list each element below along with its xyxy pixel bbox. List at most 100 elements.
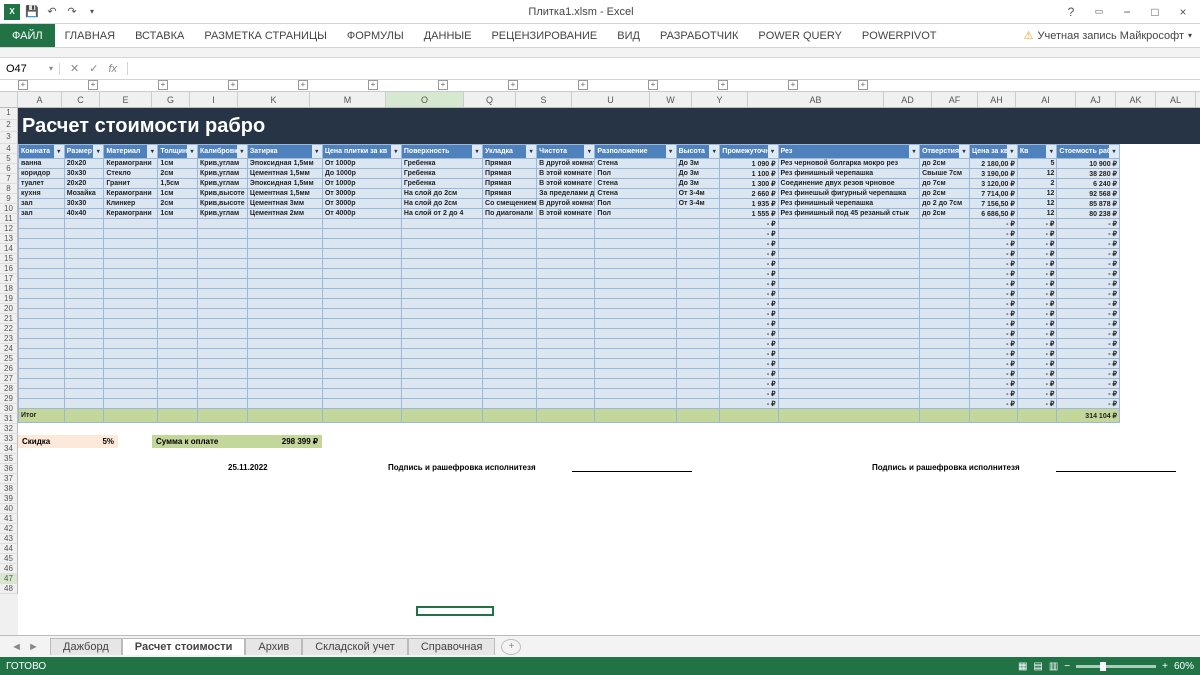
cell[interactable] [483, 249, 537, 259]
cell[interactable] [197, 239, 247, 249]
cell[interactable] [158, 349, 198, 359]
cell[interactable]: - ₽ [1017, 349, 1057, 359]
cell[interactable]: - ₽ [720, 339, 778, 349]
cell[interactable] [401, 319, 482, 329]
cell[interactable]: Гранит [104, 179, 158, 189]
cell[interactable]: По диагонали [483, 209, 537, 219]
cell[interactable]: До 3м [676, 169, 720, 179]
cell[interactable] [537, 299, 595, 309]
cell[interactable] [104, 259, 158, 269]
cell[interactable]: 5 [1017, 159, 1057, 169]
filter-icon[interactable]: ▾ [526, 145, 536, 158]
cell[interactable] [483, 299, 537, 309]
cell[interactable] [778, 369, 920, 379]
cell[interactable] [920, 239, 970, 249]
cell[interactable] [19, 379, 65, 389]
cell[interactable]: - ₽ [720, 279, 778, 289]
cell[interactable]: - ₽ [1017, 249, 1057, 259]
cell[interactable] [197, 339, 247, 349]
cell[interactable] [247, 269, 322, 279]
cell[interactable] [64, 349, 104, 359]
cell[interactable]: - ₽ [720, 269, 778, 279]
cell[interactable]: Свыше 7см [920, 169, 970, 179]
cell[interactable] [595, 309, 676, 319]
cell[interactable] [537, 379, 595, 389]
cell[interactable]: Рез финешый фигурный черепашка [778, 189, 920, 199]
cell[interactable]: Цементная 1,5мм [247, 169, 322, 179]
cell[interactable] [19, 319, 65, 329]
cell[interactable]: Цементная 3мм [247, 199, 322, 209]
cell[interactable]: туалет [19, 179, 65, 189]
view-page-icon[interactable]: ▤ [1033, 661, 1042, 672]
cell[interactable]: Стена [595, 179, 676, 189]
cell[interactable]: 40х40 [64, 209, 104, 219]
cell[interactable] [197, 269, 247, 279]
cell[interactable] [537, 349, 595, 359]
sheet-tab[interactable]: Справочная [408, 638, 496, 655]
cell[interactable] [158, 369, 198, 379]
cell[interactable] [920, 389, 970, 399]
view-break-icon[interactable]: ▥ [1049, 661, 1058, 672]
cell[interactable]: Керамограни [104, 159, 158, 169]
cell[interactable] [19, 359, 65, 369]
cell[interactable]: коридор [19, 169, 65, 179]
cell[interactable] [19, 329, 65, 339]
cell[interactable]: - ₽ [970, 229, 1018, 239]
cell[interactable] [595, 269, 676, 279]
close-icon[interactable]: × [1170, 3, 1196, 21]
cell[interactable] [595, 399, 676, 409]
column-header[interactable]: Затирка▾ [247, 145, 322, 159]
column-header[interactable]: Цена плитки за кв▾ [322, 145, 401, 159]
cell[interactable] [778, 309, 920, 319]
cell[interactable] [676, 249, 720, 259]
cell[interactable]: 6 240 ₽ [1057, 179, 1120, 189]
cell[interactable] [19, 269, 65, 279]
cell[interactable] [778, 289, 920, 299]
cell[interactable] [247, 279, 322, 289]
cell[interactable]: - ₽ [970, 329, 1018, 339]
cell[interactable] [483, 389, 537, 399]
cell[interactable]: - ₽ [1017, 339, 1057, 349]
column-headers[interactable]: ACEGIKMOQSUWYABADAFAHAIAJAKAL [0, 92, 1200, 108]
cell[interactable] [247, 349, 322, 359]
cell[interactable] [19, 249, 65, 259]
cell[interactable] [537, 239, 595, 249]
cell[interactable] [64, 399, 104, 409]
cell[interactable] [158, 329, 198, 339]
name-box[interactable]: O47▾ [0, 63, 60, 75]
cell[interactable] [676, 369, 720, 379]
cell[interactable] [158, 389, 198, 399]
cell[interactable] [920, 319, 970, 329]
cell[interactable] [104, 389, 158, 399]
cell[interactable] [537, 309, 595, 319]
cell[interactable] [595, 389, 676, 399]
cell[interactable] [19, 309, 65, 319]
cell[interactable] [778, 319, 920, 329]
filter-icon[interactable]: ▾ [1109, 145, 1119, 158]
cell[interactable]: 12 [1017, 209, 1057, 219]
cell[interactable]: - ₽ [720, 309, 778, 319]
cell[interactable]: Стена [595, 189, 676, 199]
cell[interactable]: 12 [1017, 169, 1057, 179]
cell[interactable] [104, 249, 158, 259]
cell[interactable]: - ₽ [1057, 279, 1120, 289]
cell[interactable]: Крив,углам [197, 179, 247, 189]
cell[interactable]: - ₽ [970, 399, 1018, 409]
cell[interactable]: - ₽ [1057, 239, 1120, 249]
cell[interactable]: Стена [595, 159, 676, 169]
cell[interactable]: 1см [158, 209, 198, 219]
cell[interactable] [676, 259, 720, 269]
cell[interactable] [401, 329, 482, 339]
cell[interactable]: Цементная 2мм [247, 209, 322, 219]
cell[interactable] [64, 259, 104, 269]
cell[interactable]: - ₽ [1057, 289, 1120, 299]
cell[interactable] [483, 339, 537, 349]
new-sheet-button[interactable]: + [501, 639, 521, 655]
cell[interactable] [104, 379, 158, 389]
ribbon-tab[interactable]: РЕЦЕНЗИРОВАНИЕ [481, 24, 607, 47]
cell[interactable] [64, 239, 104, 249]
cell[interactable]: - ₽ [1057, 299, 1120, 309]
undo-icon[interactable]: ↶ [44, 4, 60, 20]
cell[interactable]: - ₽ [720, 249, 778, 259]
cell[interactable] [595, 299, 676, 309]
